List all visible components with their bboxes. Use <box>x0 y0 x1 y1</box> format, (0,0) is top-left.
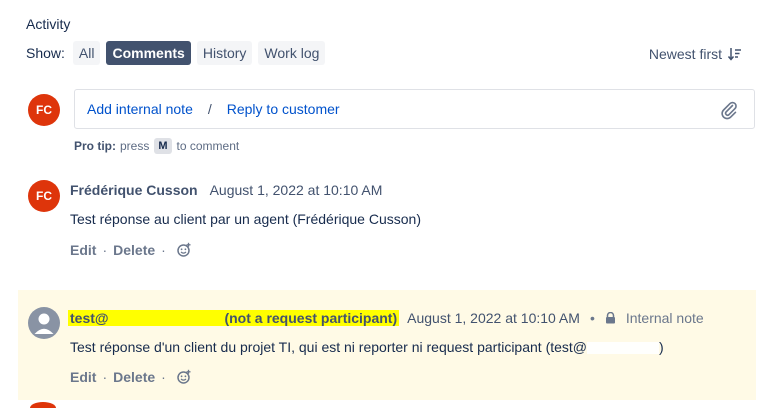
show-label: Show: <box>26 45 65 61</box>
comment-actions: Edit · Delete · <box>70 241 192 259</box>
comment-author[interactable]: test@ (not a request participant) <box>68 310 400 326</box>
pro-tip-press: press <box>120 139 150 153</box>
next-comment-avatar <box>30 402 56 408</box>
redacted-email <box>108 313 221 326</box>
edit-comment-button[interactable]: Edit <box>70 242 96 258</box>
paperclip-icon[interactable] <box>720 100 738 120</box>
comment-author-avatar: FC <box>28 180 60 212</box>
pro-tip-suffix: to comment <box>176 139 240 153</box>
pro-tip-label: Pro tip: <box>74 139 116 153</box>
comment-actions: Edit · Delete · <box>70 368 192 386</box>
filter-bar: Show: All Comments History Work log <box>26 41 331 65</box>
visibility: • Internal note <box>580 310 704 326</box>
add-internal-note-button[interactable]: Add internal note <box>87 101 193 117</box>
redacted-email <box>587 342 660 355</box>
lock-icon <box>605 312 615 324</box>
add-reaction-icon[interactable] <box>176 242 192 258</box>
internal-note-label: Internal note <box>625 310 704 326</box>
author-email-prefix: test@ <box>70 310 109 326</box>
filter-all-button[interactable]: All <box>72 41 101 65</box>
filter-history-button[interactable]: History <box>196 41 253 65</box>
author-participant-status: (not a request participant) <box>224 310 398 326</box>
default-user-avatar-icon <box>28 307 60 339</box>
current-user-avatar: FC <box>28 94 60 126</box>
composer-separator: / <box>207 101 212 117</box>
add-reaction-icon[interactable] <box>176 369 192 385</box>
reply-to-customer-button[interactable]: Reply to customer <box>227 101 340 117</box>
delete-comment-button[interactable]: Delete <box>113 242 155 258</box>
comment-body: Test réponse d'un client du projet TI, q… <box>70 339 664 355</box>
comment-body: Test réponse au client par un agent (Fré… <box>70 211 421 227</box>
sort-order-label: Newest first <box>648 46 722 62</box>
pro-tip: Pro tip: press M to comment <box>74 138 239 154</box>
comment-body-close: ) <box>659 339 664 355</box>
action-separator: · <box>102 369 108 385</box>
comment-header: test@ (not a request participant) August… <box>68 308 704 328</box>
sort-descending-icon <box>728 48 741 61</box>
comment-header: Frédérique Cusson August 1, 2022 at 10:1… <box>70 181 382 199</box>
action-separator: · <box>161 369 166 385</box>
comment-timestamp[interactable]: August 1, 2022 at 10:10 AM <box>210 182 383 198</box>
comment-timestamp[interactable]: August 1, 2022 at 10:10 AM <box>407 310 580 326</box>
sort-order-button[interactable]: Newest first <box>649 43 742 65</box>
action-separator: · <box>161 242 166 258</box>
activity-title: Activity <box>26 16 71 32</box>
comment-body-text: Test réponse d'un client du projet TI, q… <box>70 339 588 355</box>
comment-composer[interactable]: Add internal note / Reply to customer <box>74 89 755 129</box>
bullet-separator: • <box>589 310 595 326</box>
filter-worklog-button[interactable]: Work log <box>258 41 326 65</box>
filter-comments-button[interactable]: Comments <box>106 41 191 65</box>
action-separator: · <box>102 242 108 258</box>
delete-comment-button[interactable]: Delete <box>113 369 155 385</box>
shortcut-key: M <box>154 138 172 154</box>
edit-comment-button[interactable]: Edit <box>70 369 96 385</box>
comment-author[interactable]: Frédérique Cusson <box>70 182 198 198</box>
